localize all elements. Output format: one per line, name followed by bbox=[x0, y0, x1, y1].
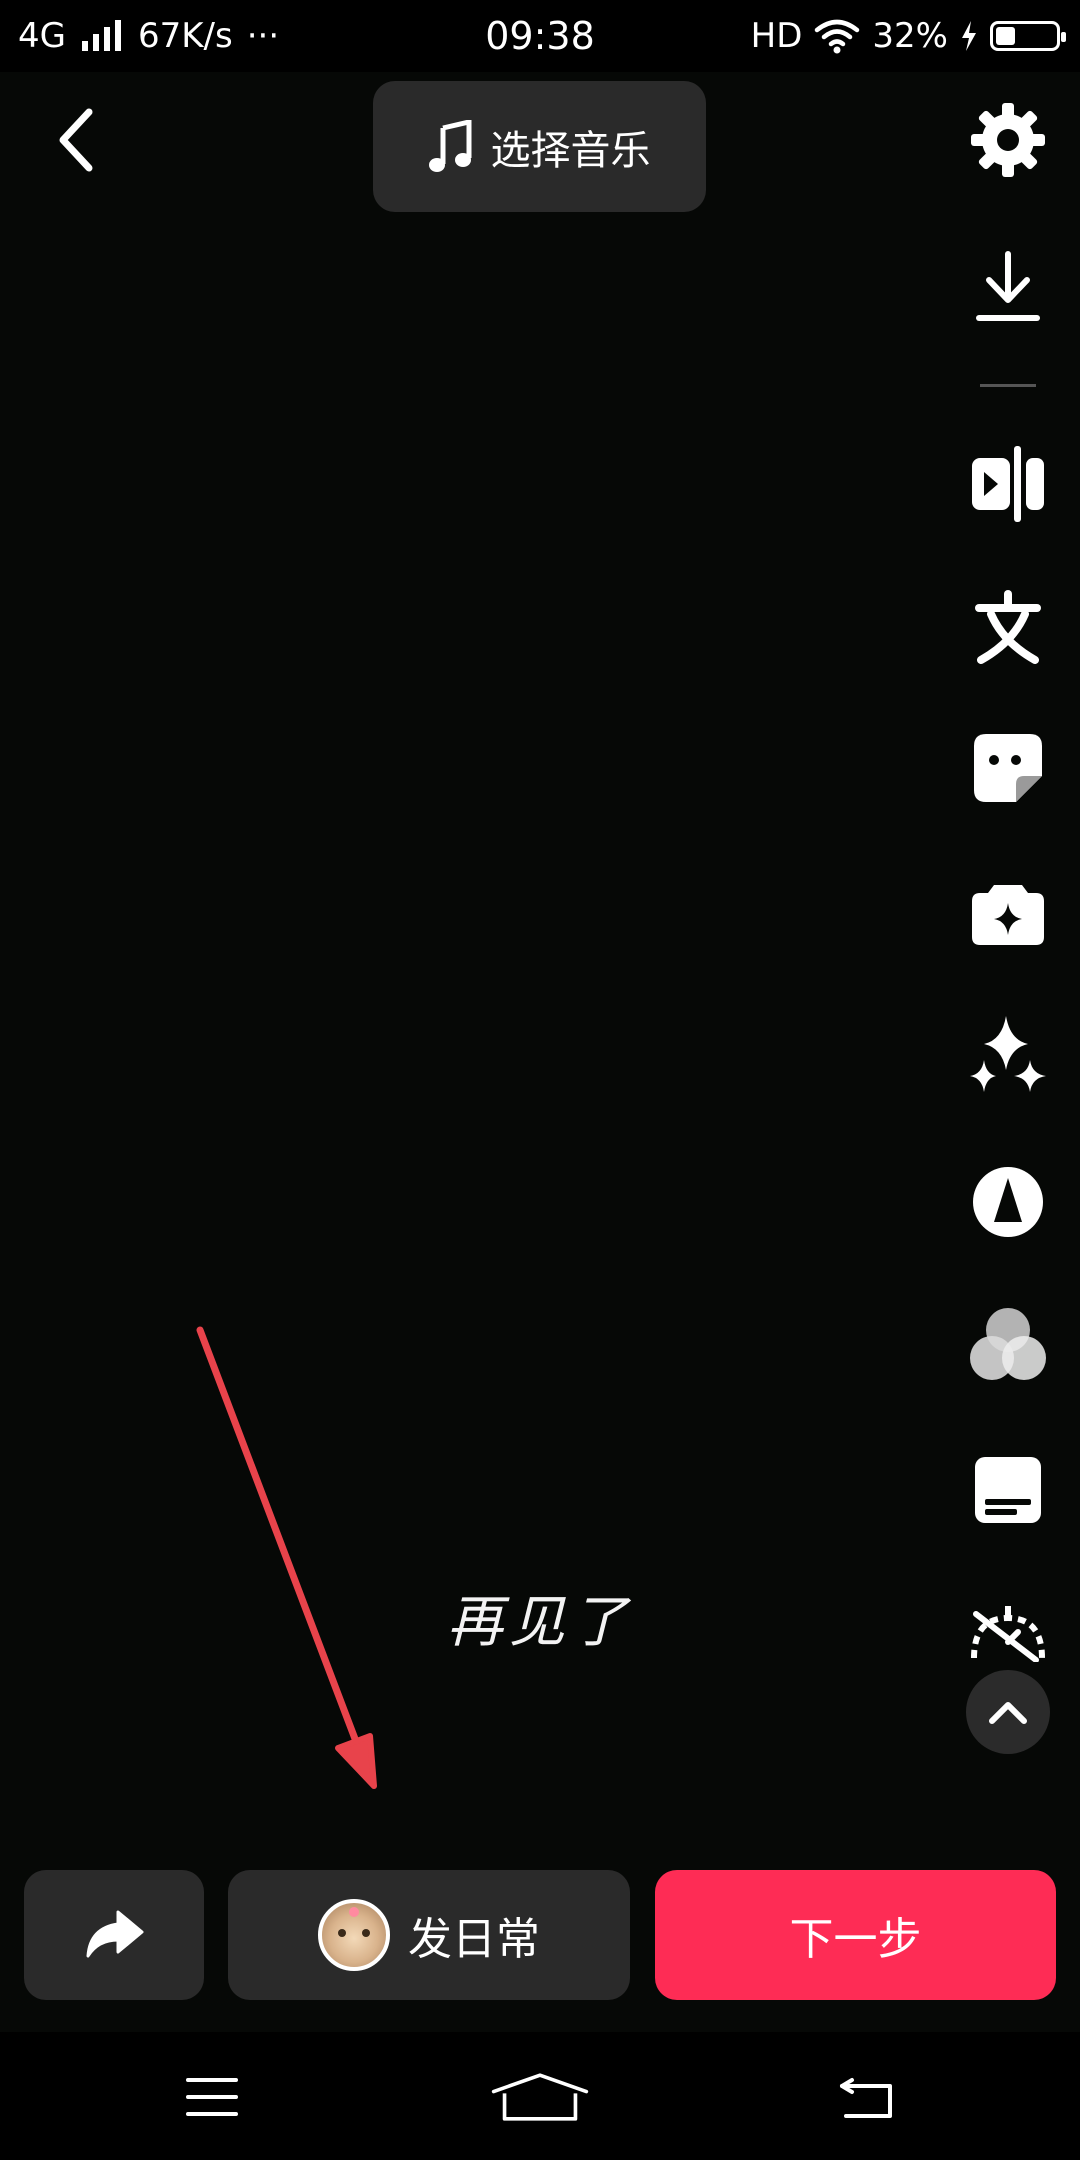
hd-indicator: HD bbox=[750, 16, 803, 56]
nav-menu-button[interactable] bbox=[162, 2062, 262, 2132]
download-icon bbox=[976, 251, 1040, 321]
enhance-button[interactable] bbox=[960, 1008, 1056, 1104]
video-preview[interactable]: 再见了 bbox=[0, 72, 1080, 2032]
text-icon bbox=[975, 590, 1041, 664]
clip-icon bbox=[972, 446, 1044, 522]
share-arrow-icon bbox=[86, 1910, 144, 1958]
back-button[interactable] bbox=[40, 100, 110, 180]
home-icon bbox=[491, 2073, 589, 2121]
speed-button[interactable] bbox=[960, 1584, 1056, 1680]
chevron-left-icon bbox=[59, 108, 93, 172]
battery-icon bbox=[990, 21, 1066, 51]
post-daily-button[interactable]: 发日常 bbox=[228, 1870, 630, 2000]
post-daily-label: 发日常 bbox=[408, 1914, 540, 1965]
next-step-button[interactable]: 下一步 bbox=[655, 1870, 1056, 2000]
chevron-up-icon bbox=[989, 1702, 1027, 1724]
clip-button[interactable] bbox=[960, 436, 1056, 532]
select-music-label: 选择音乐 bbox=[490, 127, 651, 174]
sticker-icon bbox=[974, 734, 1042, 802]
text-button[interactable] bbox=[960, 580, 1056, 676]
battery-fill bbox=[996, 27, 1015, 45]
template-button[interactable] bbox=[960, 1154, 1056, 1250]
caption-icon bbox=[975, 1457, 1041, 1523]
status-bar: 4G 67K/s ··· 09:38 HD 32% bbox=[0, 0, 1080, 72]
select-music-button[interactable]: 选择音乐 bbox=[373, 81, 706, 212]
settings-button[interactable] bbox=[960, 92, 1056, 188]
gear-icon bbox=[971, 103, 1045, 177]
nav-home-button[interactable] bbox=[490, 2062, 590, 2132]
back-nav-icon bbox=[840, 2078, 892, 2118]
captions-button[interactable] bbox=[960, 1442, 1056, 1538]
download-button[interactable] bbox=[960, 240, 1056, 336]
sticker-button[interactable] bbox=[960, 720, 1056, 816]
share-button[interactable] bbox=[24, 1870, 204, 2000]
status-right: HD 32% bbox=[750, 16, 1066, 56]
avatar bbox=[318, 1899, 390, 1971]
menu-icon bbox=[186, 2078, 238, 2116]
speed-icon bbox=[971, 1606, 1045, 1662]
collapse-tools-button[interactable] bbox=[966, 1670, 1050, 1754]
filter-circles-icon bbox=[970, 1308, 1046, 1380]
effects-camera-icon bbox=[972, 885, 1044, 945]
music-note-icon bbox=[428, 119, 471, 172]
charging-icon bbox=[962, 21, 976, 51]
tool-rail-divider bbox=[980, 384, 1036, 387]
screen: 4G 67K/s ··· 09:38 HD 32% 再见了 选择音乐 发日常 下… bbox=[0, 0, 1080, 2160]
wifi-icon bbox=[815, 19, 860, 54]
next-step-label: 下一步 bbox=[789, 1914, 922, 1965]
nav-back-button[interactable] bbox=[818, 2062, 918, 2132]
cone-icon bbox=[973, 1167, 1043, 1237]
battery-percent: 32% bbox=[872, 16, 948, 56]
sparkle-icon bbox=[970, 1016, 1046, 1092]
caption-text[interactable]: 再见了 bbox=[440, 1577, 640, 1658]
effects-button[interactable] bbox=[960, 866, 1056, 962]
filters-button[interactable] bbox=[960, 1296, 1056, 1392]
